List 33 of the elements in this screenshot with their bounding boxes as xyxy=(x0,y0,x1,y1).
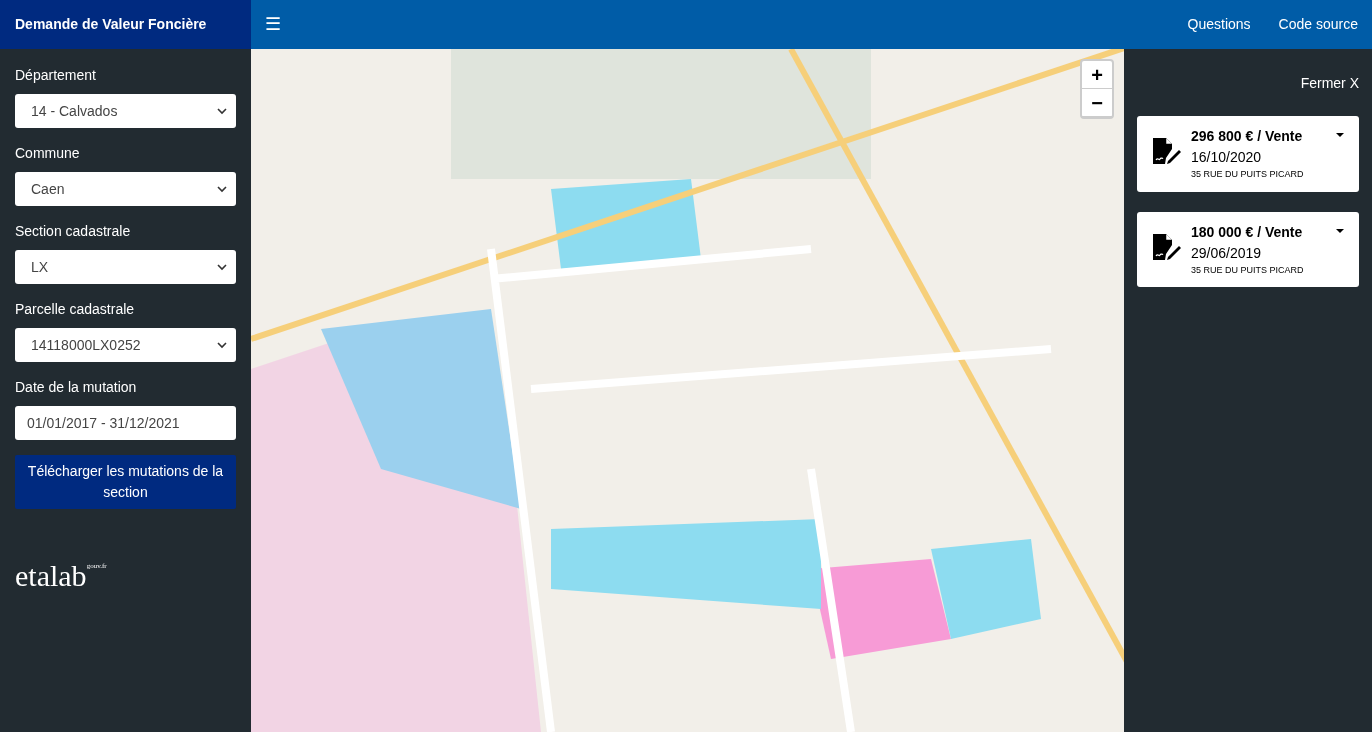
nav-link[interactable]: Code source xyxy=(1264,0,1372,49)
signed-document-icon xyxy=(1151,231,1181,262)
signed-document-icon xyxy=(1151,136,1181,166)
date-range-field[interactable]: 01/01/2017 - 31/12/2021 xyxy=(15,406,236,440)
mutation-card[interactable]: 296 800 € / Vente 16/10/2020 35 RUE DU PUITS PICARD xyxy=(1137,116,1359,192)
chevron-down-icon xyxy=(216,261,228,273)
chevron-down-icon xyxy=(216,339,228,351)
select-field[interactable]: 14 - Calvados xyxy=(15,94,236,128)
select-field[interactable]: 14118000LX0252 xyxy=(15,328,236,362)
sale-address: 35 RUE DU PUITS PICARD xyxy=(1191,263,1305,277)
menu-button[interactable]: ☰ xyxy=(251,0,295,49)
field-label: Parcelle cadastrale xyxy=(15,300,136,319)
mutation-card[interactable]: 180 000 € / Vente 29/06/2019 35 RUE DU PUITS PICARD xyxy=(1137,211,1359,287)
field-label: Date de la mutation xyxy=(15,378,138,397)
close-link[interactable]: Fermer X xyxy=(1300,73,1359,94)
field-label: Commune xyxy=(15,144,81,163)
chevron-down-icon xyxy=(216,183,228,195)
chevron-down-icon xyxy=(216,105,228,117)
zoom-button[interactable]: + xyxy=(1082,61,1112,89)
sale-price: 180 000 € / Vente xyxy=(1191,222,1304,242)
sale-date: 16/10/2020 xyxy=(1191,148,1263,167)
nav-link[interactable]: Questions xyxy=(1173,0,1265,49)
sale-date: 29/06/2019 xyxy=(1191,243,1263,263)
field-label: Section cadastrale xyxy=(15,222,132,241)
field-label: Département xyxy=(15,66,97,85)
app-title: Demande de Valeur Foncière xyxy=(0,0,251,49)
caret-icon[interactable] xyxy=(1335,130,1345,140)
sale-address: 35 RUE DU PUITS PICARD xyxy=(1191,168,1305,181)
select-field[interactable]: LX xyxy=(15,250,236,284)
download-button[interactable]: Télécharger les mutations de la section xyxy=(15,455,236,509)
select-field[interactable]: Caen xyxy=(15,172,236,206)
sale-price: 296 800 € / Vente xyxy=(1191,127,1304,146)
zoom-button[interactable]: − xyxy=(1082,89,1112,117)
